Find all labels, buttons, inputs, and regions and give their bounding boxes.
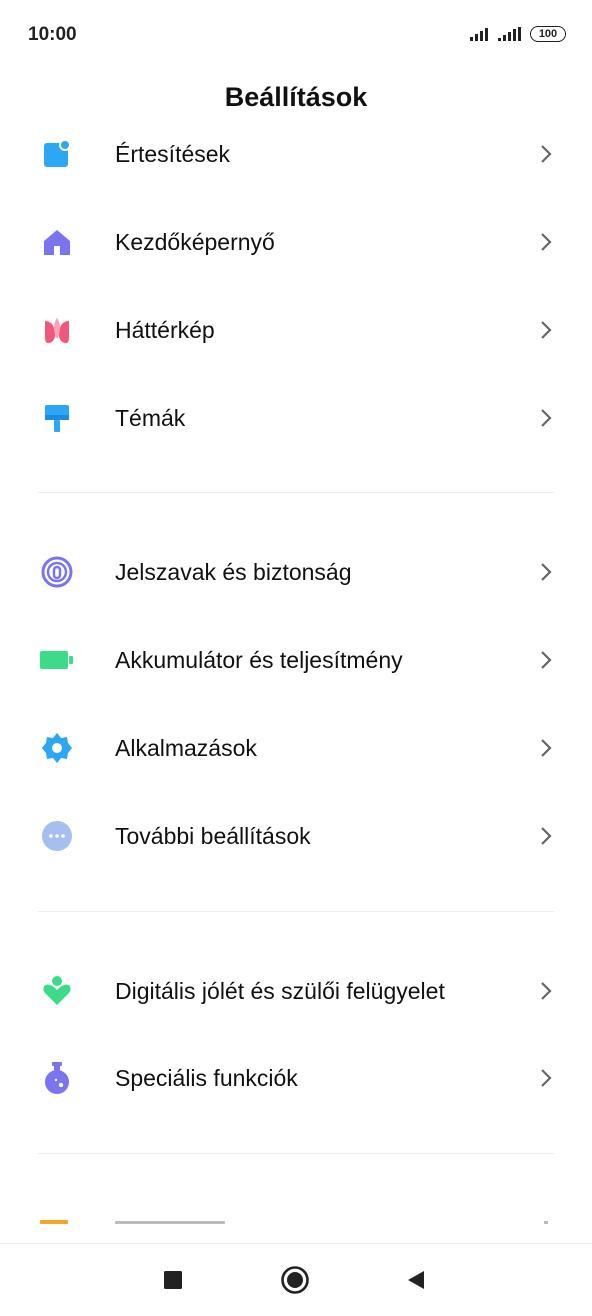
- gear-icon: [40, 731, 74, 765]
- section-divider: [38, 911, 554, 912]
- back-triangle-icon: [408, 1271, 424, 1289]
- settings-item-digital-wellbeing[interactable]: Digitális jólét és szülői felügyelet: [0, 951, 592, 1031]
- chevron-right-icon: [541, 409, 552, 427]
- chevron-right-icon: [541, 233, 552, 251]
- home-circle-icon: [281, 1266, 309, 1294]
- settings-item-special-features[interactable]: Speciális funkciók: [0, 1038, 592, 1118]
- settings-item-apps[interactable]: Alkalmazások: [0, 708, 592, 788]
- settings-item-label: Értesítések: [115, 140, 231, 167]
- recents-square-icon: [164, 1271, 182, 1289]
- section-divider: [38, 492, 554, 493]
- chevron-right-icon: [541, 321, 552, 339]
- notification-icon: [40, 137, 74, 171]
- wellbeing-heart-icon: [40, 974, 74, 1008]
- page-title: Beállítások: [224, 82, 368, 112]
- settings-item-battery-performance[interactable]: Akkumulátor és teljesítmény: [0, 620, 592, 700]
- navigation-bar: [0, 1243, 592, 1316]
- flask-icon: [40, 1061, 74, 1095]
- chevron-right-icon: [541, 651, 552, 669]
- home-button[interactable]: [279, 1264, 311, 1296]
- status-icons: 100: [470, 26, 566, 42]
- fingerprint-icon: [40, 555, 74, 589]
- settings-item-partial[interactable]: [0, 1218, 592, 1226]
- settings-item-label: Jelszavak és biztonság: [115, 558, 352, 585]
- status-time: 10:00: [28, 24, 77, 45]
- chevron-right-icon: [541, 739, 552, 757]
- settings-item-notifications[interactable]: Értesítések: [0, 114, 592, 194]
- more-dots-icon: [40, 819, 74, 853]
- chevron-right-icon: [541, 563, 552, 581]
- settings-item-themes[interactable]: Témák: [0, 378, 592, 458]
- chevron-right-icon: [541, 145, 552, 163]
- status-bar: 10:00 100: [0, 0, 592, 72]
- partial-item-label: [115, 1221, 225, 1224]
- home-icon: [40, 225, 74, 259]
- settings-item-label: Háttérkép: [115, 316, 215, 343]
- signal-icon: [498, 27, 521, 41]
- settings-item-label: Témák: [115, 404, 186, 431]
- settings-item-label: Kezdőképernyő: [115, 228, 275, 255]
- tulip-icon: [40, 313, 74, 347]
- partial-item-icon: [40, 1220, 68, 1224]
- settings-item-label: Digitális jólét és szülői felügyelet: [115, 977, 445, 1004]
- settings-item-home-screen[interactable]: Kezdőképernyő: [0, 202, 592, 282]
- recents-button[interactable]: [157, 1264, 189, 1296]
- battery-indicator: 100: [530, 26, 566, 42]
- settings-item-passwords-security[interactable]: Jelszavak és biztonság: [0, 532, 592, 612]
- back-button[interactable]: [400, 1264, 432, 1296]
- settings-item-label: További beállítások: [115, 822, 311, 849]
- chevron-right-icon: [541, 982, 552, 1000]
- settings-item-wallpaper[interactable]: Háttérkép: [0, 290, 592, 370]
- settings-item-additional-settings[interactable]: További beállítások: [0, 796, 592, 876]
- settings-item-label: Alkalmazások: [115, 734, 257, 761]
- chevron-right-icon: [541, 827, 552, 845]
- battery-icon: [40, 643, 74, 677]
- settings-item-label: Akkumulátor és teljesítmény: [115, 646, 403, 673]
- chevron-right-icon: [541, 1069, 552, 1087]
- section-divider: [38, 1153, 554, 1154]
- paint-roller-icon: [40, 401, 74, 435]
- signal-icon: [470, 28, 488, 41]
- settings-item-label: Speciális funkciók: [115, 1064, 298, 1091]
- partial-chevron: [544, 1221, 548, 1224]
